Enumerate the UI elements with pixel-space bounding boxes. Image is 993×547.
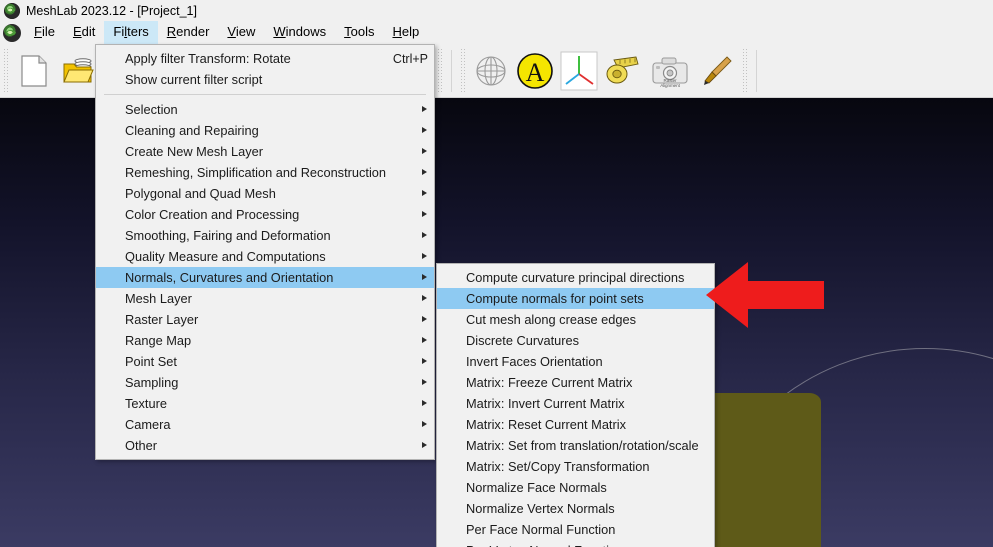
mesh-object <box>714 393 821 547</box>
chevron-right-icon <box>419 273 428 282</box>
submenu-item-per-vertex-normal-function[interactable]: Per Vertex Normal Function <box>437 540 714 547</box>
submenu-item-compute-normals-for-point-sets[interactable]: Compute normals for point sets <box>437 288 714 309</box>
menu-file[interactable]: File <box>25 21 64 44</box>
menu-item-apply-filter-transform-rotate[interactable]: Apply filter Transform: Rotate Ctrl+P <box>96 48 434 69</box>
yellow-letter-a-icon: A <box>516 52 554 90</box>
new-document-icon <box>20 54 48 87</box>
submenu-item-per-face-normal-function[interactable]: Per Face Normal Function <box>437 519 714 540</box>
submenu-item-matrix-set-copy-transformation[interactable]: Matrix: Set/Copy Transformation <box>437 456 714 477</box>
chevron-right-icon <box>419 441 428 450</box>
menu-edit[interactable]: Edit <box>64 21 104 44</box>
menu-windows[interactable]: Windows <box>264 21 335 44</box>
menu-filters[interactable]: Filters <box>104 21 158 44</box>
measuring-tape-icon <box>604 54 642 88</box>
submenu-item-cut-mesh-along-crease-edges[interactable]: Cut mesh along crease edges <box>437 309 714 330</box>
chevron-right-icon <box>419 126 428 135</box>
chevron-right-icon <box>419 252 428 261</box>
mesh-object-notch <box>714 393 764 401</box>
menu-separator <box>104 94 426 95</box>
toolbar-drag-handle[interactable] <box>2 48 10 93</box>
submenu-item-matrix-reset-current-matrix[interactable]: Matrix: Reset Current Matrix <box>437 414 714 435</box>
menu-item-cleaning-and-repairing[interactable]: Cleaning and Repairing <box>96 120 434 141</box>
chevron-right-icon <box>419 378 428 387</box>
menu-bar: File Edit Filters Render View Windows To… <box>0 21 993 44</box>
paint-tool-button[interactable] <box>696 48 738 94</box>
toolbar-drag-handle-7[interactable] <box>459 48 467 93</box>
raster-alignment-caption: Raster Alignment <box>660 77 680 88</box>
chevron-right-icon <box>419 336 428 345</box>
chevron-right-icon <box>419 399 428 408</box>
submenu-item-normalize-face-normals[interactable]: Normalize Face Normals <box>437 477 714 498</box>
measure-tool-button[interactable] <box>602 48 644 94</box>
meshlab-eye-logo-icon <box>3 23 21 42</box>
submenu-item-matrix-set-from-translation-rotation-scale[interactable]: Matrix: Set from translation/rotation/sc… <box>437 435 714 456</box>
paintbrush-icon <box>700 54 734 88</box>
menu-item-range-map[interactable]: Range Map <box>96 330 434 351</box>
menu-item-mesh-layer[interactable]: Mesh Layer <box>96 288 434 309</box>
menu-file-label-rest: ile <box>41 24 55 39</box>
menu-item-texture[interactable]: Texture <box>96 393 434 414</box>
chevron-right-icon <box>419 168 428 177</box>
menu-item-other[interactable]: Other <box>96 435 434 456</box>
show-axes-button[interactable] <box>558 48 600 94</box>
toolbar-separator-4 <box>756 49 757 92</box>
toolbar-separator-3 <box>451 49 452 92</box>
chevron-right-icon <box>419 294 428 303</box>
meshlab-window: MeshLab 2023.12 - [Project_1] File Edit … <box>0 0 993 547</box>
menu-item-sampling[interactable]: Sampling <box>96 372 434 393</box>
raster-alignment-button[interactable]: Raster Alignment <box>646 48 694 94</box>
chevron-right-icon <box>419 210 428 219</box>
title-bar: MeshLab 2023.12 - [Project_1] <box>0 0 993 21</box>
menu-item-camera[interactable]: Camera <box>96 414 434 435</box>
toolbar-drag-handle-6[interactable] <box>436 48 444 93</box>
menu-item-create-new-mesh-layer[interactable]: Create New Mesh Layer <box>96 141 434 162</box>
open-project-button[interactable] <box>57 48 99 94</box>
submenu-item-normalize-vertex-normals[interactable]: Normalize Vertex Normals <box>437 498 714 519</box>
chevron-right-icon <box>419 315 428 324</box>
filters-dropdown-menu: Apply filter Transform: Rotate Ctrl+P Sh… <box>95 44 435 460</box>
meshlab-eye-logo-icon <box>4 2 20 19</box>
window-title: MeshLab 2023.12 - [Project_1] <box>26 3 197 18</box>
chevron-right-icon <box>419 189 428 198</box>
xyz-axis-plain-icon <box>559 50 599 92</box>
menu-render[interactable]: Render <box>158 21 219 44</box>
menu-item-raster-layer[interactable]: Raster Layer <box>96 309 434 330</box>
submenu-item-invert-faces-orientation[interactable]: Invert Faces Orientation <box>437 351 714 372</box>
chevron-right-icon <box>419 147 428 156</box>
show-text-button[interactable]: A <box>514 48 556 94</box>
menu-item-show-current-filter-script[interactable]: Show current filter script <box>96 69 434 90</box>
globe-wireframe-icon <box>474 54 508 88</box>
show-trackball-button[interactable] <box>470 48 512 94</box>
menu-item-quality-measure-and-computations[interactable]: Quality Measure and Computations <box>96 246 434 267</box>
toolbar-drag-handle-8[interactable] <box>741 48 749 93</box>
menu-item-point-set[interactable]: Point Set <box>96 351 434 372</box>
menu-view[interactable]: View <box>218 21 264 44</box>
menu-item-smoothing-fairing-and-deformation[interactable]: Smoothing, Fairing and Deformation <box>96 225 434 246</box>
menu-tools[interactable]: Tools <box>335 21 383 44</box>
svg-text:A: A <box>526 58 545 87</box>
menu-item-polygonal-and-quad-mesh[interactable]: Polygonal and Quad Mesh <box>96 183 434 204</box>
chevron-right-icon <box>419 420 428 429</box>
submenu-item-discrete-curvatures[interactable]: Discrete Curvatures <box>437 330 714 351</box>
chevron-right-icon <box>419 105 428 114</box>
chevron-right-icon <box>419 357 428 366</box>
menu-item-remeshing-simplification-reconstruction[interactable]: Remeshing, Simplification and Reconstruc… <box>96 162 434 183</box>
menu-item-color-creation-and-processing[interactable]: Color Creation and Processing <box>96 204 434 225</box>
normals-curvatures-submenu: Compute curvature principal directions C… <box>436 263 715 547</box>
menu-item-selection[interactable]: Selection <box>96 99 434 120</box>
menu-item-normals-curvatures-and-orientation[interactable]: Normals, Curvatures and Orientation <box>96 267 434 288</box>
new-project-button[interactable] <box>13 48 55 94</box>
open-folder-icon <box>62 55 94 87</box>
menu-help[interactable]: Help <box>383 21 428 44</box>
submenu-item-matrix-invert-current-matrix[interactable]: Matrix: Invert Current Matrix <box>437 393 714 414</box>
submenu-item-compute-curvature-principal-directions[interactable]: Compute curvature principal directions <box>437 267 714 288</box>
submenu-item-matrix-freeze-current-matrix[interactable]: Matrix: Freeze Current Matrix <box>437 372 714 393</box>
chevron-right-icon <box>419 231 428 240</box>
